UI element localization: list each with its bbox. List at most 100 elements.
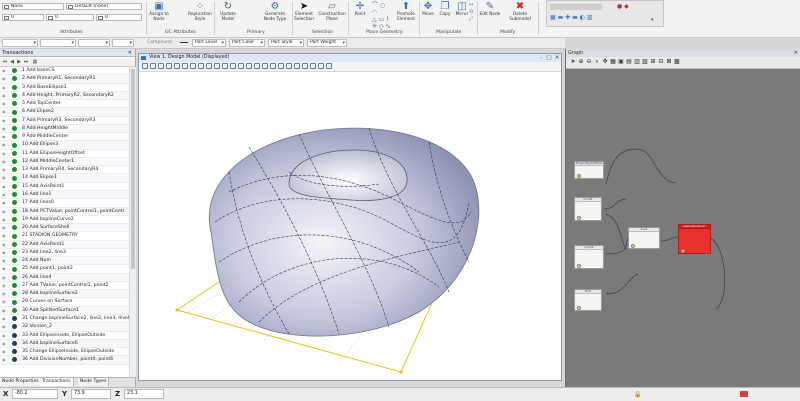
visibility-icon[interactable]: ◉ [2, 143, 6, 147]
line-style-icon[interactable] [180, 42, 188, 43]
transaction-row[interactable]: ◉ 15 Add AxisPoint1 [0, 183, 129, 191]
visibility-icon[interactable]: ◉ [2, 126, 6, 130]
transaction-row[interactable]: ◉ 25 Add point1, point2 [0, 265, 129, 274]
graph-tool-icon[interactable]: ⊠ [666, 59, 672, 65]
transaction-row[interactable]: ◉ 24 Add Num [0, 257, 129, 266]
visibility-icon[interactable]: ◉ [2, 300, 6, 304]
toolbar-select-3[interactable] [78, 39, 110, 47]
view-tool-icon[interactable] [270, 63, 276, 69]
view-tool-icon[interactable] [302, 63, 308, 69]
transaction-row[interactable]: ◉ 28 Add bsplineSurface2 [0, 290, 129, 299]
point-button[interactable]: ✛ Point [348, 0, 372, 30]
view-tool-icon[interactable] [166, 63, 172, 69]
move-button[interactable]: ✥ Move [419, 0, 437, 30]
visibility-icon[interactable]: ◉ [2, 333, 6, 337]
style-field[interactable]: 0 [46, 14, 94, 21]
view-tool-icon[interactable] [182, 63, 188, 69]
view-tool-icon[interactable] [318, 63, 324, 69]
view-tool-icon[interactable] [222, 63, 228, 69]
view-tool-icon[interactable] [174, 63, 180, 69]
visibility-icon[interactable]: ◉ [2, 118, 6, 122]
view-tool-icon[interactable] [326, 63, 332, 69]
visibility-icon[interactable]: ◉ [2, 201, 6, 205]
transaction-row[interactable]: ◉ 5 Add TopCenter [0, 100, 129, 109]
node-port[interactable] [577, 264, 581, 268]
close-icon[interactable]: ✕ [128, 49, 132, 57]
view-tool-icon[interactable] [310, 63, 316, 69]
view-tool-icon[interactable] [254, 63, 260, 69]
transaction-row[interactable]: ◉ 29 Curves on Surface [0, 298, 129, 307]
transaction-row[interactable]: ◉ 26 Add line4 [0, 273, 129, 282]
visibility-icon[interactable]: ◉ [2, 176, 6, 180]
transaction-row[interactable]: ◉ 12 Add MiddleCenter1 [0, 157, 129, 167]
transaction-row[interactable]: ◉ 8 Add HeightMiddle [0, 124, 129, 134]
frame-corner-point[interactable] [175, 308, 179, 312]
view-tool-icon[interactable] [198, 63, 204, 69]
graph-tool-icon[interactable]: ▩ [674, 59, 680, 65]
transaction-row[interactable]: ◉ 7 Add PrimaryR3, SecondaryR3 [0, 117, 129, 125]
manipulate-gallery[interactable]: ↔ ⟲ ⤢ [469, 2, 475, 24]
visibility-icon[interactable]: ◉ [2, 234, 6, 238]
transaction-row[interactable]: ◉ 3 Add BaseEllipse1 [0, 84, 129, 92]
visibility-icon[interactable]: ◉ [2, 135, 6, 139]
transaction-row[interactable]: ◉ 18 Add PCTValue, pointControl1, pointCo… [0, 207, 129, 216]
transaction-row[interactable]: ◉ 9 Add MiddleCenter [0, 133, 129, 142]
play-next-icon[interactable]: ▶ [16, 59, 22, 65]
transaction-row[interactable]: ◉ 10 Add Ellipse3 [0, 141, 129, 150]
view-tool-icon[interactable] [246, 63, 252, 69]
close-icon[interactable]: ✕ [794, 49, 798, 57]
weight-field[interactable]: 0 [2, 14, 44, 21]
play-last-icon[interactable]: ⏭ [23, 59, 29, 65]
transactions-scrollbar[interactable] [129, 67, 136, 377]
part-level-select[interactable]: Part Level [192, 39, 226, 47]
graph-node-ellipse-height-offset[interactable]: EllipseHeightOffset [574, 161, 604, 179]
status-lock-icon[interactable]: 🔒 [634, 391, 641, 398]
graph-node-point4[interactable]: point4 [574, 245, 604, 269]
visibility-icon[interactable]: ◉ [2, 159, 6, 163]
scale-field[interactable]: 0 [96, 14, 142, 21]
visibility-icon[interactable]: ◉ [2, 85, 6, 89]
transaction-row[interactable]: ◉ 36 Add DivisionNumber, point4, point6 [0, 356, 129, 365]
frame-corner-point[interactable] [399, 370, 403, 374]
palette-expand-icon[interactable]: ▾ [651, 17, 657, 23]
part-weight-select[interactable]: Part Weight [307, 39, 347, 47]
transaction-row[interactable]: ◉ 27 Add TValue, pointControl1, point2 [0, 282, 129, 291]
replication-style-button[interactable]: ⁘ Replication Style [188, 0, 212, 30]
view-tool-icon[interactable] [278, 63, 284, 69]
generate-node-type-button[interactable]: ⚙ Generate Node Type [263, 0, 287, 30]
part-color-select[interactable]: Part Color [229, 39, 265, 47]
minimize-icon[interactable]: – [537, 54, 545, 62]
maximize-icon[interactable]: □ [545, 54, 553, 62]
view-tool-icon[interactable] [294, 63, 300, 69]
visibility-icon[interactable]: ◉ [2, 308, 6, 312]
pan-icon[interactable]: ✥ [602, 59, 608, 65]
transaction-row[interactable]: ◉ 32 Version_2 [0, 323, 129, 332]
visibility-icon[interactable]: ◉ [2, 93, 6, 97]
visibility-icon[interactable]: ◉ [2, 217, 6, 221]
visibility-icon[interactable]: ◉ [2, 184, 6, 188]
tab-transactions[interactable]: Transactions [40, 378, 74, 386]
visibility-icon[interactable]: ◉ [2, 77, 6, 81]
grid-icon[interactable]: ▦ [32, 59, 38, 65]
node-port[interactable] [577, 216, 581, 220]
element-selection-button[interactable]: ➤ Element Selection [292, 0, 316, 30]
visibility-icon[interactable]: ◉ [2, 168, 6, 172]
transaction-row[interactable]: ◉ 31 Change bsplineSurface2, line2, line3… [0, 315, 129, 324]
copy-button[interactable]: ❐ Copy [436, 0, 454, 30]
transaction-row[interactable]: ◉ 20 Add SurfaceShell [0, 224, 129, 233]
visibility-icon[interactable]: ◉ [2, 358, 6, 362]
transaction-row[interactable]: ◉ 35 Change EllipseInside, EllipseOutside [0, 348, 129, 357]
transaction-row[interactable]: ◉ 21 STADION GEOMETRY [0, 232, 129, 241]
visibility-icon[interactable]: ◉ [2, 110, 6, 114]
assign-to-node-button[interactable]: ▣ Assign to Node [147, 0, 171, 30]
3d-viewport[interactable] [139, 72, 561, 380]
y-coordinate-field[interactable]: 73.9 [71, 389, 111, 399]
graph-tool-icon[interactable]: ▧ [642, 59, 648, 65]
transaction-row[interactable]: ◉ 13 Add PrimaryR4, SecondaryR4 [0, 166, 129, 175]
update-model-button[interactable]: ↻ Update Model [216, 0, 240, 30]
visibility-icon[interactable]: ◉ [2, 350, 6, 354]
z-coordinate-field[interactable]: 23.1 [124, 389, 164, 399]
transaction-row[interactable]: ◉ 16 Add line1 [0, 190, 129, 200]
view-tool-icon[interactable] [206, 63, 212, 69]
transaction-row[interactable]: ◉ 23 Add line2, line3 [0, 249, 129, 258]
